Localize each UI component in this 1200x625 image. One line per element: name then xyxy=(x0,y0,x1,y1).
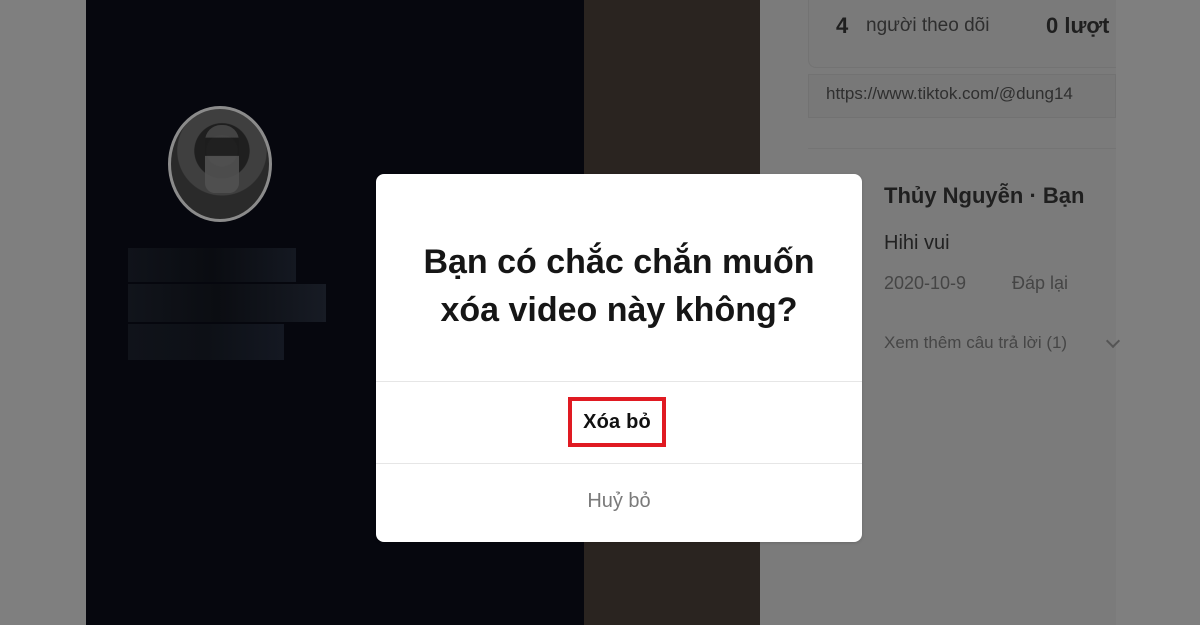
cancel-button[interactable]: Huỷ bỏ xyxy=(376,464,862,542)
right-page-margin xyxy=(1116,0,1200,625)
delete-video-dialog: Bạn có chắc chắn muốn xóa video này khôn… xyxy=(376,174,862,542)
followers-count: 4 xyxy=(836,13,849,38)
avatar-image xyxy=(205,125,239,193)
blurred-username xyxy=(128,248,296,282)
left-page-margin xyxy=(0,0,86,625)
comments-divider xyxy=(808,148,1116,149)
blurred-metadata xyxy=(128,324,284,360)
delete-button-label: Xóa bỏ xyxy=(583,410,651,433)
profile-url-text: https://www.tiktok.com/@dung14 xyxy=(826,84,1073,103)
tiktok-page: 4 người theo dõi 0 lượt https://www.tikt… xyxy=(0,0,1200,625)
dialog-divider-top xyxy=(376,381,862,382)
delete-button[interactable]: Xóa bỏ xyxy=(568,397,666,447)
comment-author[interactable]: Thủy Nguyễn · Bạn xyxy=(884,183,1084,209)
dialog-title: Bạn có chắc chắn muốn xóa video này khôn… xyxy=(423,243,815,329)
more-replies-link[interactable]: Xem thêm câu trả lời (1) xyxy=(884,333,1067,353)
likes-count: 0 lượt xyxy=(1046,13,1110,38)
avatar[interactable] xyxy=(168,106,272,222)
comment-date: 2020-10-9 xyxy=(884,273,967,293)
followers-label: người theo dõi xyxy=(866,15,990,36)
reply-link[interactable]: Đáp lại xyxy=(1012,273,1068,294)
comment-text: Hihi vui xyxy=(884,232,950,254)
cancel-button-label: Huỷ bỏ xyxy=(587,489,651,512)
blurred-caption xyxy=(128,284,326,322)
